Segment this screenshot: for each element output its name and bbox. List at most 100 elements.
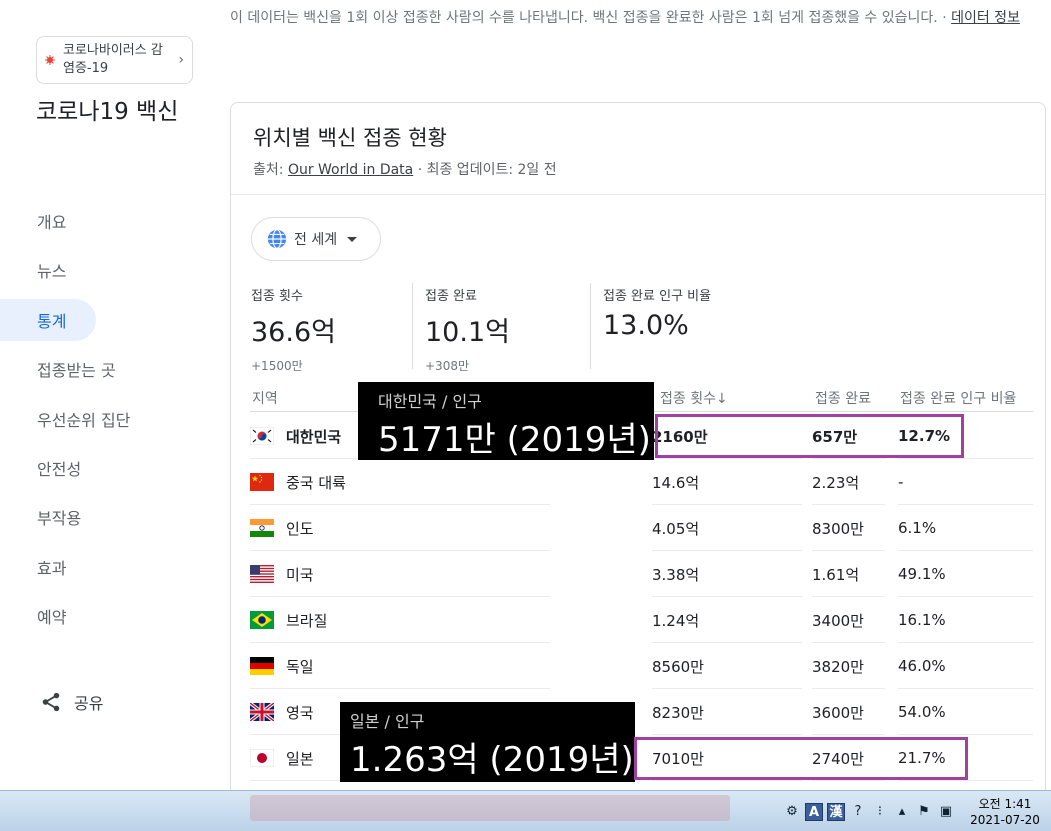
sidebar-item-news[interactable]: 뉴스 [0, 249, 210, 291]
data-notice: 이 데이터는 백신을 1회 이상 접종한 사람의 수를 나타냅니다. 백신 접종… [230, 8, 1030, 28]
cell-percent: 54.0% [898, 690, 1033, 735]
cell-doses: 4.05억 [652, 506, 802, 551]
cell-region: 브라질 [250, 598, 550, 643]
table-row-usa[interactable]: 미국 3.38억 1.61억 49.1% [250, 552, 1033, 598]
cell-region: 중국 대륙 [250, 460, 550, 505]
sidebar-item-priority-groups[interactable]: 우선순위 집단 [0, 398, 210, 440]
stat-label: 접종 횟수 [251, 289, 303, 304]
help-icon[interactable]: ? [849, 803, 867, 821]
source-link[interactable]: Our World in Data [288, 162, 413, 178]
stat-value: 36.6억 [251, 317, 336, 348]
data-info-link[interactable]: 데이터 정보 [951, 10, 1020, 26]
overlay-value: 5171만 (2019년) [378, 420, 651, 460]
sidebar: 코로나바이러스 감염증-19 › 코로나19 백신 개요 뉴스 통계 접종받는 … [0, 0, 210, 790]
region-select-label: 전 세계 [294, 232, 338, 248]
card-title: 위치별 백신 접종 현황 [253, 126, 447, 150]
cell-percent: - [898, 460, 1033, 505]
cell-fully: 3820만 [812, 644, 885, 689]
overlay-value: 1.263억 (2019년) [350, 740, 634, 780]
header-fully[interactable]: 접종 완료 [815, 388, 871, 408]
region-name: 일본 [286, 749, 314, 768]
germany-flag-icon [250, 657, 274, 675]
share-label: 공유 [74, 694, 104, 713]
cell-region: 독일 [250, 644, 550, 689]
network-icon[interactable]: ▣ [937, 803, 955, 821]
ime-menu-icon[interactable]: ⁝ [871, 803, 889, 821]
stat-delta: +308만 [425, 359, 469, 373]
cell-doses: 3.38억 [652, 552, 802, 597]
japan-population-overlay: 일본 / 인구 1.263억 (2019년) [340, 702, 635, 782]
card-source: 출처: Our World in Data · 최종 업데이트: 2일 전 [253, 159, 1045, 179]
card-header: 위치별 백신 접종 현황 출처: Our World in Data · 최종 … [231, 103, 1045, 195]
header-percent[interactable]: 접종 완료 인구 비율 [900, 388, 1016, 408]
sidebar-item-where-to-get[interactable]: 접종받는 곳 [0, 348, 210, 390]
notice-text: 이 데이터는 백신을 1회 이상 접종한 사람의 수를 나타냅니다. 백신 접종… [230, 10, 938, 26]
cell-doses: 8230만 [652, 690, 802, 735]
brazil-flag-icon [250, 611, 274, 629]
region-name: 중국 대륙 [286, 473, 346, 492]
cell-region: 인도 [250, 506, 550, 551]
sidebar-item-statistics[interactable]: 통계 [0, 298, 96, 341]
windows-taskbar: ⚙ A 漢 ? ⁝ ▴ ⚑ ▣ 오전 1:41 2021-07-20 [0, 790, 1051, 831]
region-select[interactable]: 전 세계 [251, 217, 381, 261]
source-prefix: 출처: [253, 162, 288, 178]
table-row-china[interactable]: 중국 대륙 14.6억 2.23억 - [250, 460, 1033, 506]
table-row-brazil[interactable]: 브라질 1.24억 3400만 16.1% [250, 598, 1033, 644]
share-button[interactable]: 공유 [40, 690, 103, 714]
sort-arrow-icon: ↓ [715, 391, 728, 407]
japan-flag-icon [250, 749, 274, 767]
page-title: 코로나19 백신 [36, 99, 179, 125]
stat-doses: 접종 횟수 36.6억 +1500만 [251, 283, 413, 373]
ime-hanja-icon[interactable]: 漢 [827, 802, 845, 821]
taskbar-clock[interactable]: 오전 1:41 2021-07-20 [965, 796, 1045, 828]
header-region[interactable]: 지역 [252, 388, 278, 408]
table-row-india[interactable]: 인도 4.05억 8300만 6.1% [250, 506, 1033, 552]
topic-chip-label: 코로나바이러스 감염증-19 [63, 43, 163, 76]
korea-flag-icon [250, 427, 274, 445]
cell-fully: 3600만 [812, 690, 885, 735]
cell-percent: 16.1% [898, 598, 1033, 643]
cell-fully: 8300만 [812, 506, 885, 551]
sidebar-item-overview[interactable]: 개요 [0, 200, 210, 242]
cell-percent: 49.1% [898, 552, 1033, 597]
stat-value: 10.1억 [425, 317, 510, 348]
chevron-right-icon: › [178, 52, 184, 68]
system-tray: ⚙ A 漢 ? ⁝ ▴ ⚑ ▣ 오전 1:41 2021-07-20 [781, 791, 1051, 831]
korea-highlight-box [655, 414, 964, 458]
sidebar-item-side-effects[interactable]: 부작용 [0, 496, 210, 538]
korea-population-overlay: 대한민국 / 인구 5171만 (2019년) [358, 382, 654, 460]
source-suffix: · 최종 업데이트: 2일 전 [413, 162, 557, 178]
ime-settings-icon[interactable]: ⚙ [783, 803, 801, 821]
stat-label: 접종 완료 인구 비율 [603, 289, 712, 304]
action-center-flag-icon[interactable]: ⚑ [915, 803, 933, 821]
region-name: 대한민국 [286, 427, 342, 446]
ime-mode-a-icon[interactable]: A [805, 802, 823, 821]
sidebar-item-effectiveness[interactable]: 효과 [0, 546, 210, 588]
show-hidden-icons-icon[interactable]: ▴ [893, 803, 911, 821]
cell-doses: 8560만 [652, 644, 802, 689]
stat-label: 접종 완료 [425, 289, 477, 304]
cell-percent: 6.1% [898, 506, 1033, 551]
region-name: 인도 [286, 519, 314, 538]
sidebar-item-safety[interactable]: 안전성 [0, 447, 210, 489]
cell-region: 미국 [250, 552, 550, 597]
topic-chip-covid19[interactable]: 코로나바이러스 감염증-19 › [36, 36, 193, 84]
japan-highlight-box [634, 737, 968, 780]
header-doses[interactable]: 접종 횟수↓ [660, 388, 728, 408]
cell-percent: 46.0% [898, 644, 1033, 689]
header-doses-label: 접종 횟수 [660, 391, 716, 407]
india-flag-icon [250, 519, 274, 537]
china-flag-icon [250, 473, 274, 491]
clock-date: 2021-07-20 [970, 812, 1040, 827]
taskbar-obscured-content [250, 795, 730, 821]
region-name: 브라질 [286, 611, 328, 630]
cell-fully: 3400만 [812, 598, 885, 643]
summary-stats: 접종 횟수 36.6억 +1500만 접종 완료 10.1억 +308만 접종 … [251, 283, 795, 373]
globe-icon [267, 229, 287, 249]
cell-fully: 2.23억 [812, 460, 885, 505]
table-row-germany[interactable]: 독일 8560만 3820만 46.0% [250, 644, 1033, 690]
notice-separator: · [942, 10, 947, 26]
cell-doses: 1.24억 [652, 598, 802, 643]
stat-percent-vaccinated: 접종 완료 인구 비율 13.0% [603, 283, 783, 369]
sidebar-item-booking[interactable]: 예약 [0, 595, 210, 637]
